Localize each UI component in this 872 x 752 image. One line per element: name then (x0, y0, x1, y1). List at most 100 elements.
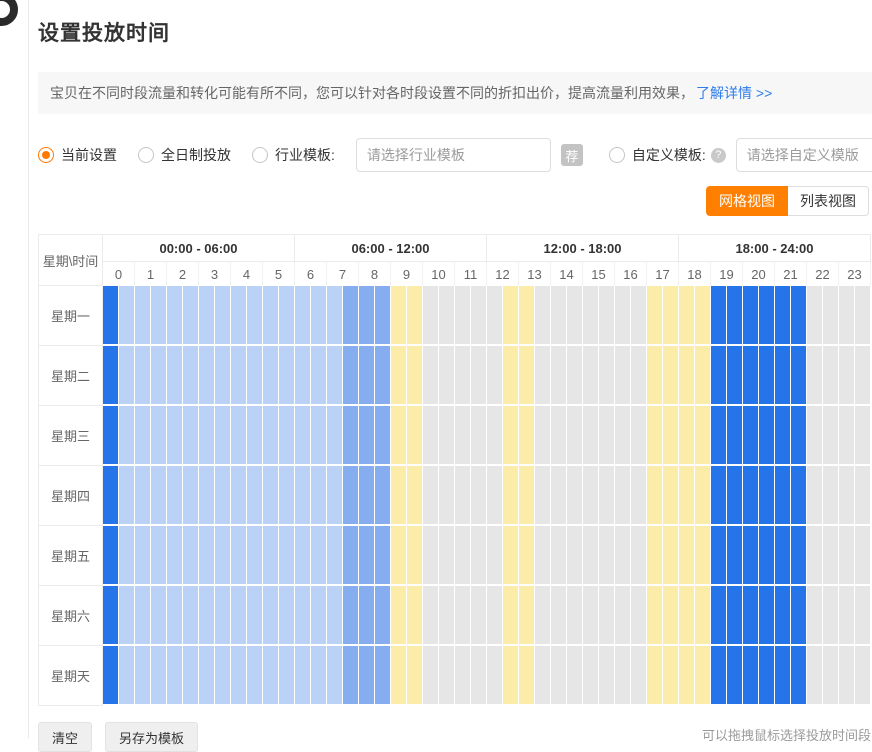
time-slot[interactable] (231, 346, 247, 406)
time-slot[interactable] (615, 646, 631, 706)
time-slot[interactable] (503, 406, 519, 466)
time-slot[interactable] (647, 646, 663, 706)
time-slot[interactable] (807, 466, 823, 526)
time-slot[interactable] (583, 406, 599, 466)
time-slot[interactable] (743, 406, 759, 466)
time-slot[interactable] (167, 406, 183, 466)
time-slot[interactable] (775, 406, 791, 466)
time-slot[interactable] (471, 646, 487, 706)
time-slot[interactable] (663, 346, 679, 406)
custom-template-input[interactable] (736, 138, 872, 172)
time-slot[interactable] (215, 586, 231, 646)
time-slot[interactable] (327, 346, 343, 406)
time-slot[interactable] (119, 586, 135, 646)
time-slot[interactable] (759, 646, 775, 706)
time-slot[interactable] (647, 526, 663, 586)
time-slot[interactable] (839, 406, 855, 466)
time-slot[interactable] (183, 526, 199, 586)
time-slot[interactable] (551, 646, 567, 706)
time-slot[interactable] (151, 526, 167, 586)
time-slot[interactable] (311, 586, 327, 646)
time-slot[interactable] (359, 466, 375, 526)
time-slot[interactable] (647, 406, 663, 466)
time-slot[interactable] (663, 526, 679, 586)
time-slot[interactable] (839, 466, 855, 526)
time-slot[interactable] (631, 526, 647, 586)
time-slot[interactable] (311, 466, 327, 526)
radio-current-settings[interactable]: 当前设置 (38, 145, 117, 165)
time-slot[interactable] (535, 346, 551, 406)
time-slot[interactable] (631, 346, 647, 406)
time-slot[interactable] (407, 526, 423, 586)
time-slot[interactable] (823, 286, 839, 346)
time-slot[interactable] (167, 526, 183, 586)
time-slot[interactable] (583, 586, 599, 646)
time-slot[interactable] (663, 586, 679, 646)
save-as-template-button[interactable]: 另存为模板 (105, 722, 198, 752)
time-slot[interactable] (359, 346, 375, 406)
time-slot[interactable] (231, 466, 247, 526)
time-slot[interactable] (487, 526, 503, 586)
time-slot[interactable] (439, 586, 455, 646)
time-slot[interactable] (839, 646, 855, 706)
time-slot[interactable] (119, 646, 135, 706)
time-slot[interactable] (647, 286, 663, 346)
time-slot[interactable] (759, 466, 775, 526)
time-slot[interactable] (103, 646, 119, 706)
time-slot[interactable] (727, 526, 743, 586)
time-slot[interactable] (759, 346, 775, 406)
time-slot[interactable] (295, 406, 311, 466)
time-slot[interactable] (359, 406, 375, 466)
time-slot[interactable] (119, 526, 135, 586)
time-slot[interactable] (295, 346, 311, 406)
time-slot[interactable] (151, 286, 167, 346)
time-slot[interactable] (279, 646, 295, 706)
time-slot[interactable] (519, 346, 535, 406)
time-slot[interactable] (247, 406, 263, 466)
time-slot[interactable] (807, 406, 823, 466)
radio-industry-template[interactable]: 行业模板: (252, 145, 335, 165)
time-slot[interactable] (231, 586, 247, 646)
time-slot[interactable] (311, 286, 327, 346)
time-slot[interactable] (743, 586, 759, 646)
time-slot[interactable] (199, 646, 215, 706)
time-slot[interactable] (375, 646, 391, 706)
time-slot[interactable] (247, 586, 263, 646)
time-slot[interactable] (727, 586, 743, 646)
time-slot[interactable] (615, 466, 631, 526)
time-slot[interactable] (119, 286, 135, 346)
time-slot[interactable] (823, 526, 839, 586)
time-slot[interactable] (167, 466, 183, 526)
time-slot[interactable] (487, 646, 503, 706)
time-slot[interactable] (263, 346, 279, 406)
time-slot[interactable] (743, 346, 759, 406)
time-slot[interactable] (839, 586, 855, 646)
time-slot[interactable] (519, 406, 535, 466)
time-slot[interactable] (263, 466, 279, 526)
time-slot[interactable] (343, 586, 359, 646)
time-slot[interactable] (695, 586, 711, 646)
time-slot[interactable] (247, 526, 263, 586)
time-slot[interactable] (631, 586, 647, 646)
time-slot[interactable] (375, 466, 391, 526)
time-slot[interactable] (839, 526, 855, 586)
time-slot[interactable] (711, 586, 727, 646)
time-slot[interactable] (631, 646, 647, 706)
time-slot[interactable] (823, 586, 839, 646)
time-slot[interactable] (167, 346, 183, 406)
time-slot[interactable] (599, 466, 615, 526)
time-slot[interactable] (183, 286, 199, 346)
time-slot[interactable] (343, 346, 359, 406)
time-slot[interactable] (551, 286, 567, 346)
time-slot[interactable] (135, 586, 151, 646)
time-slot[interactable] (647, 466, 663, 526)
time-slot[interactable] (807, 286, 823, 346)
time-slot[interactable] (471, 466, 487, 526)
time-slot[interactable] (471, 406, 487, 466)
time-slot[interactable] (551, 586, 567, 646)
time-slot[interactable] (343, 646, 359, 706)
time-slot[interactable] (823, 646, 839, 706)
time-slot[interactable] (583, 286, 599, 346)
time-slot[interactable] (151, 346, 167, 406)
time-slot[interactable] (199, 466, 215, 526)
